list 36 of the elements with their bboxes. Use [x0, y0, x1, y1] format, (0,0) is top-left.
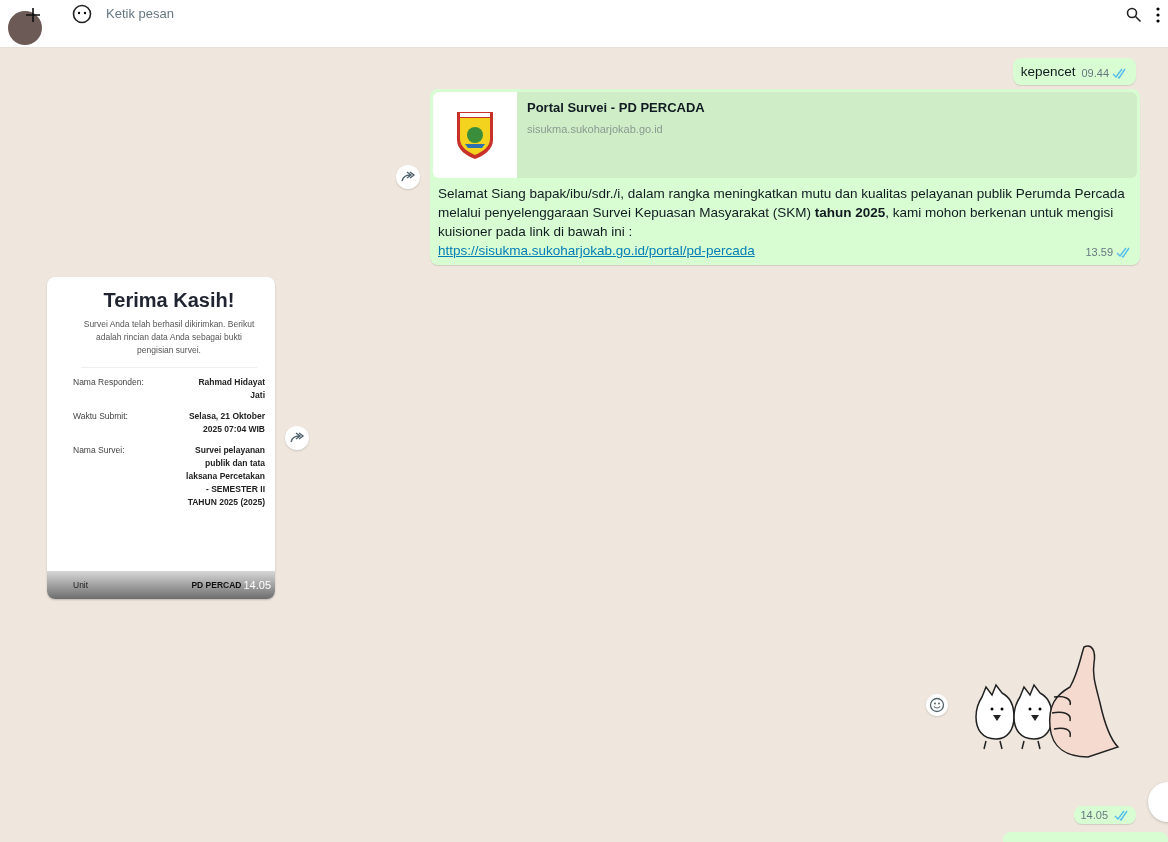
field-label: Waktu Submit: — [73, 410, 128, 423]
forward-button[interactable] — [285, 426, 309, 450]
preview-title: Portal Survei - PD PERCADA — [527, 100, 705, 115]
message-time: 14.05 — [243, 579, 271, 591]
field-value: Selasa, 21 Oktober 2025 07:04 WIB — [187, 410, 265, 436]
double-check-icon — [1114, 810, 1130, 821]
message-input-field[interactable]: Ketik pesan — [106, 6, 174, 21]
message-time: 13.59 — [1085, 246, 1113, 258]
contact-avatar[interactable] — [8, 10, 42, 45]
survey-screenshot[interactable] — [47, 277, 275, 599]
double-check-icon — [1112, 67, 1128, 79]
screenshot-subtitle: Survei Anda telah berhasil dikirimkan. Berikut adalah rincian data Anda sebagai bukti pengisian survei. — [82, 318, 256, 357]
field-value: Survei pelayanan publik dan tata laksana Percetakan - SEMESTER II TAHUN 2025 (2025) — [185, 444, 265, 509]
screenshot-title: Terima Kasih! — [102, 289, 236, 312]
search-icon[interactable] — [1126, 6, 1142, 23]
emoji-reaction-button[interactable] — [926, 693, 948, 716]
plus-icon[interactable] — [26, 7, 40, 22]
field-label: Nama Survei: — [73, 444, 125, 457]
link-preview[interactable]: Portal Survei - PD PERCADA sisukma.sukoharjokab.go.id — [433, 92, 1137, 178]
double-check-icon — [1116, 246, 1132, 258]
menu-icon[interactable] — [1156, 6, 1160, 23]
emoji-icon[interactable] — [72, 3, 92, 24]
forward-icon — [400, 171, 416, 183]
message-time: 14.05 — [1080, 809, 1108, 821]
forward-button[interactable] — [396, 165, 420, 189]
field-label: Unit — [73, 580, 89, 590]
forward-icon — [289, 432, 305, 444]
survey-link[interactable]: https://sisukma.sukoharjokab.go.id/portal/pd-percada — [438, 243, 755, 258]
preview-domain: sisukma.sukoharjokab.go.id — [527, 123, 664, 135]
field-value: PD PERCAD — [191, 580, 242, 590]
message-time: 09.44 — [1081, 67, 1109, 79]
field-value: Rahmad Hidayat Jati — [197, 376, 265, 402]
message-text: Selamat Siang bapak/ibu/sdr./i, dalam rangka meningkatkan mutu dan kualitas pelayanan publik Perumda Percada melalui penyelenggaraan Survei Kepuasan Masyarakat (SKM) tahun 2025, kami mohon berkenan untuk mengisi kuisioner pada link di bawah ini : — [437, 185, 1126, 241]
emblem-icon — [455, 110, 495, 160]
message-text: kepencet — [1020, 64, 1076, 79]
field-label: Nama Responden: — [73, 376, 144, 389]
